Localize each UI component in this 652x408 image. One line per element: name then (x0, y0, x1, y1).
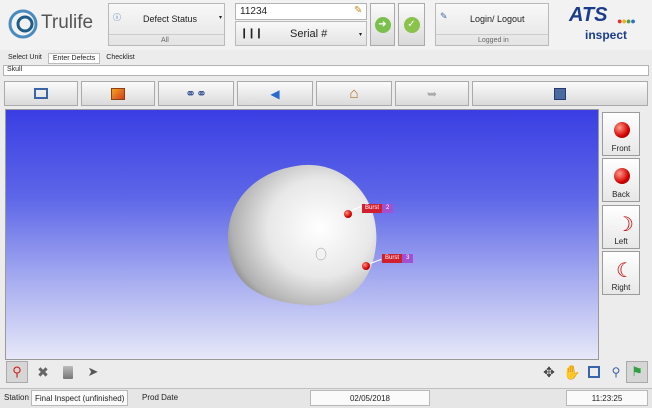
defect-status-label: Defect Status (143, 14, 198, 24)
model-viewer[interactable]: Burst 2 Burst 3 (5, 109, 599, 360)
window-icon (34, 88, 48, 99)
brand-bottom: inspect (585, 28, 628, 42)
brand-dots: ●●●● (617, 16, 636, 26)
map-pin-icon: ⚲ (12, 364, 22, 379)
image-icon (111, 87, 125, 100)
serial-label: Serial # (290, 28, 328, 40)
rotate-button[interactable]: ✥ (538, 361, 560, 383)
front-view-icon (614, 122, 630, 138)
view-label: Right (611, 283, 631, 292)
zoom-fit-button[interactable] (583, 361, 605, 383)
trash-icon (63, 365, 73, 379)
hand-icon: ✋ (563, 363, 581, 380)
chevron-down-icon: ▾ (359, 32, 363, 38)
view-label: Left (614, 237, 628, 246)
view-front-button[interactable]: Front (602, 112, 640, 156)
right-view-icon: ☾ (616, 260, 634, 282)
binoculars-button[interactable]: ⚭⚭ (158, 81, 234, 106)
zoom-fit-icon (588, 366, 600, 378)
marker-label-text: Burst (382, 254, 403, 263)
prod-date-field: 02/05/2018 (310, 390, 430, 406)
pin-tool-button[interactable]: ⚲ (6, 361, 28, 383)
move-icon: ✥ (543, 363, 555, 380)
export-button[interactable]: ➥ (395, 81, 469, 106)
home-icon: ⌂ (349, 85, 359, 102)
tab-bar: Select Unit Enter Defects Checklist (4, 53, 139, 64)
station-value: Final Inspect (unfinished) (35, 394, 125, 403)
left-view-icon: ☽ (616, 214, 634, 236)
pencil-icon[interactable]: ✎ (354, 5, 362, 16)
export-icon: ➥ (426, 86, 438, 101)
prod-date-label: Prod Date (142, 393, 179, 402)
search-value: Skull (7, 66, 23, 73)
wrench-icon: ✖ (37, 363, 49, 380)
login-sub: Logged in (478, 37, 509, 44)
image-button[interactable] (81, 81, 155, 106)
go-back-button[interactable]: ➜ (370, 3, 395, 46)
window-button[interactable] (4, 81, 78, 106)
tab-checklist[interactable]: Checklist (102, 53, 138, 64)
view-label: Back (612, 190, 630, 199)
zoom-button[interactable]: ⚲ (605, 361, 627, 383)
barcode-icon: ❙❙❙ (240, 28, 263, 39)
model-3d-shape[interactable] (226, 160, 396, 310)
logo-text: Trulife (41, 12, 94, 33)
marker-label: Burst 3 (382, 254, 414, 263)
tab-enter-defects[interactable]: Enter Defects (47, 53, 101, 64)
ats-inspect-logo: ATS ●●●● inspect (565, 4, 647, 46)
login-logout-button[interactable]: ✎ Login/ Logout Logged in (435, 3, 549, 46)
arrow-left-icon: ➜ (374, 16, 391, 33)
serial-dropdown[interactable]: ❙❙❙ Serial # ▾ (235, 21, 367, 46)
view-right-button[interactable]: ☾ Right (602, 251, 640, 295)
trulife-logo-icon (8, 9, 38, 39)
confirm-button[interactable]: ✓ (398, 3, 425, 46)
search-input[interactable]: Skull (3, 65, 649, 76)
toolbar: ⚭⚭ ◀ ⌂ ➥ (4, 81, 648, 107)
marker-label-number: 3 (402, 254, 414, 263)
view-label: Front (611, 144, 631, 153)
station-label: Station (4, 393, 29, 402)
brand-top: ATS (569, 4, 608, 26)
marker-label: Burst 2 (362, 204, 394, 213)
flag-button[interactable]: ⚑ (626, 361, 648, 383)
tab-select-unit[interactable]: Select Unit (4, 53, 46, 64)
prod-date-value: 02/05/2018 (349, 394, 391, 403)
tools-button[interactable]: ✖ (32, 361, 54, 383)
station-value-field: Final Inspect (unfinished) (31, 390, 128, 406)
delete-button[interactable] (57, 361, 79, 383)
marker-label-text: Burst (362, 204, 383, 213)
serial-value: 11234 (240, 6, 268, 17)
defect-marker[interactable] (344, 210, 352, 218)
pan-button[interactable]: ✋ (561, 361, 583, 383)
check-icon: ✓ (403, 16, 420, 33)
defect-marker[interactable] (362, 262, 370, 270)
flag-icon: ⚑ (631, 364, 643, 379)
triangle-left-icon: ◀ (270, 86, 280, 101)
pencil-icon: ✎ (440, 11, 448, 21)
time-field: 11:23:25 (566, 390, 648, 406)
cursor-icon: ➤ (87, 364, 99, 379)
save-button[interactable] (472, 81, 648, 106)
home-button[interactable]: ⌂ (316, 81, 392, 106)
defect-status-dropdown[interactable]: ⓘ Defect Status ▾ All (108, 3, 225, 46)
floppy-disk-icon (554, 87, 566, 100)
time-value: 11:23:25 (591, 394, 623, 403)
info-icon: ⓘ (113, 13, 121, 22)
back-view-icon (614, 168, 630, 184)
login-label: Login/ Logout (470, 14, 525, 24)
view-left-button[interactable]: ☽ Left (602, 205, 640, 249)
defect-status-sub: All (161, 37, 169, 44)
binoculars-icon: ⚭⚭ (185, 85, 207, 101)
chevron-down-icon: ▾ (219, 15, 223, 21)
previous-button[interactable]: ◀ (237, 81, 313, 106)
view-back-button[interactable]: Back (602, 158, 640, 202)
trulife-logo: Trulife (8, 6, 102, 42)
select-tool-button[interactable]: ➤ (82, 361, 104, 383)
magnifier-icon: ⚲ (611, 365, 621, 379)
marker-label-number: 2 (382, 204, 394, 213)
serial-input[interactable]: 11234 ✎ (235, 3, 367, 20)
